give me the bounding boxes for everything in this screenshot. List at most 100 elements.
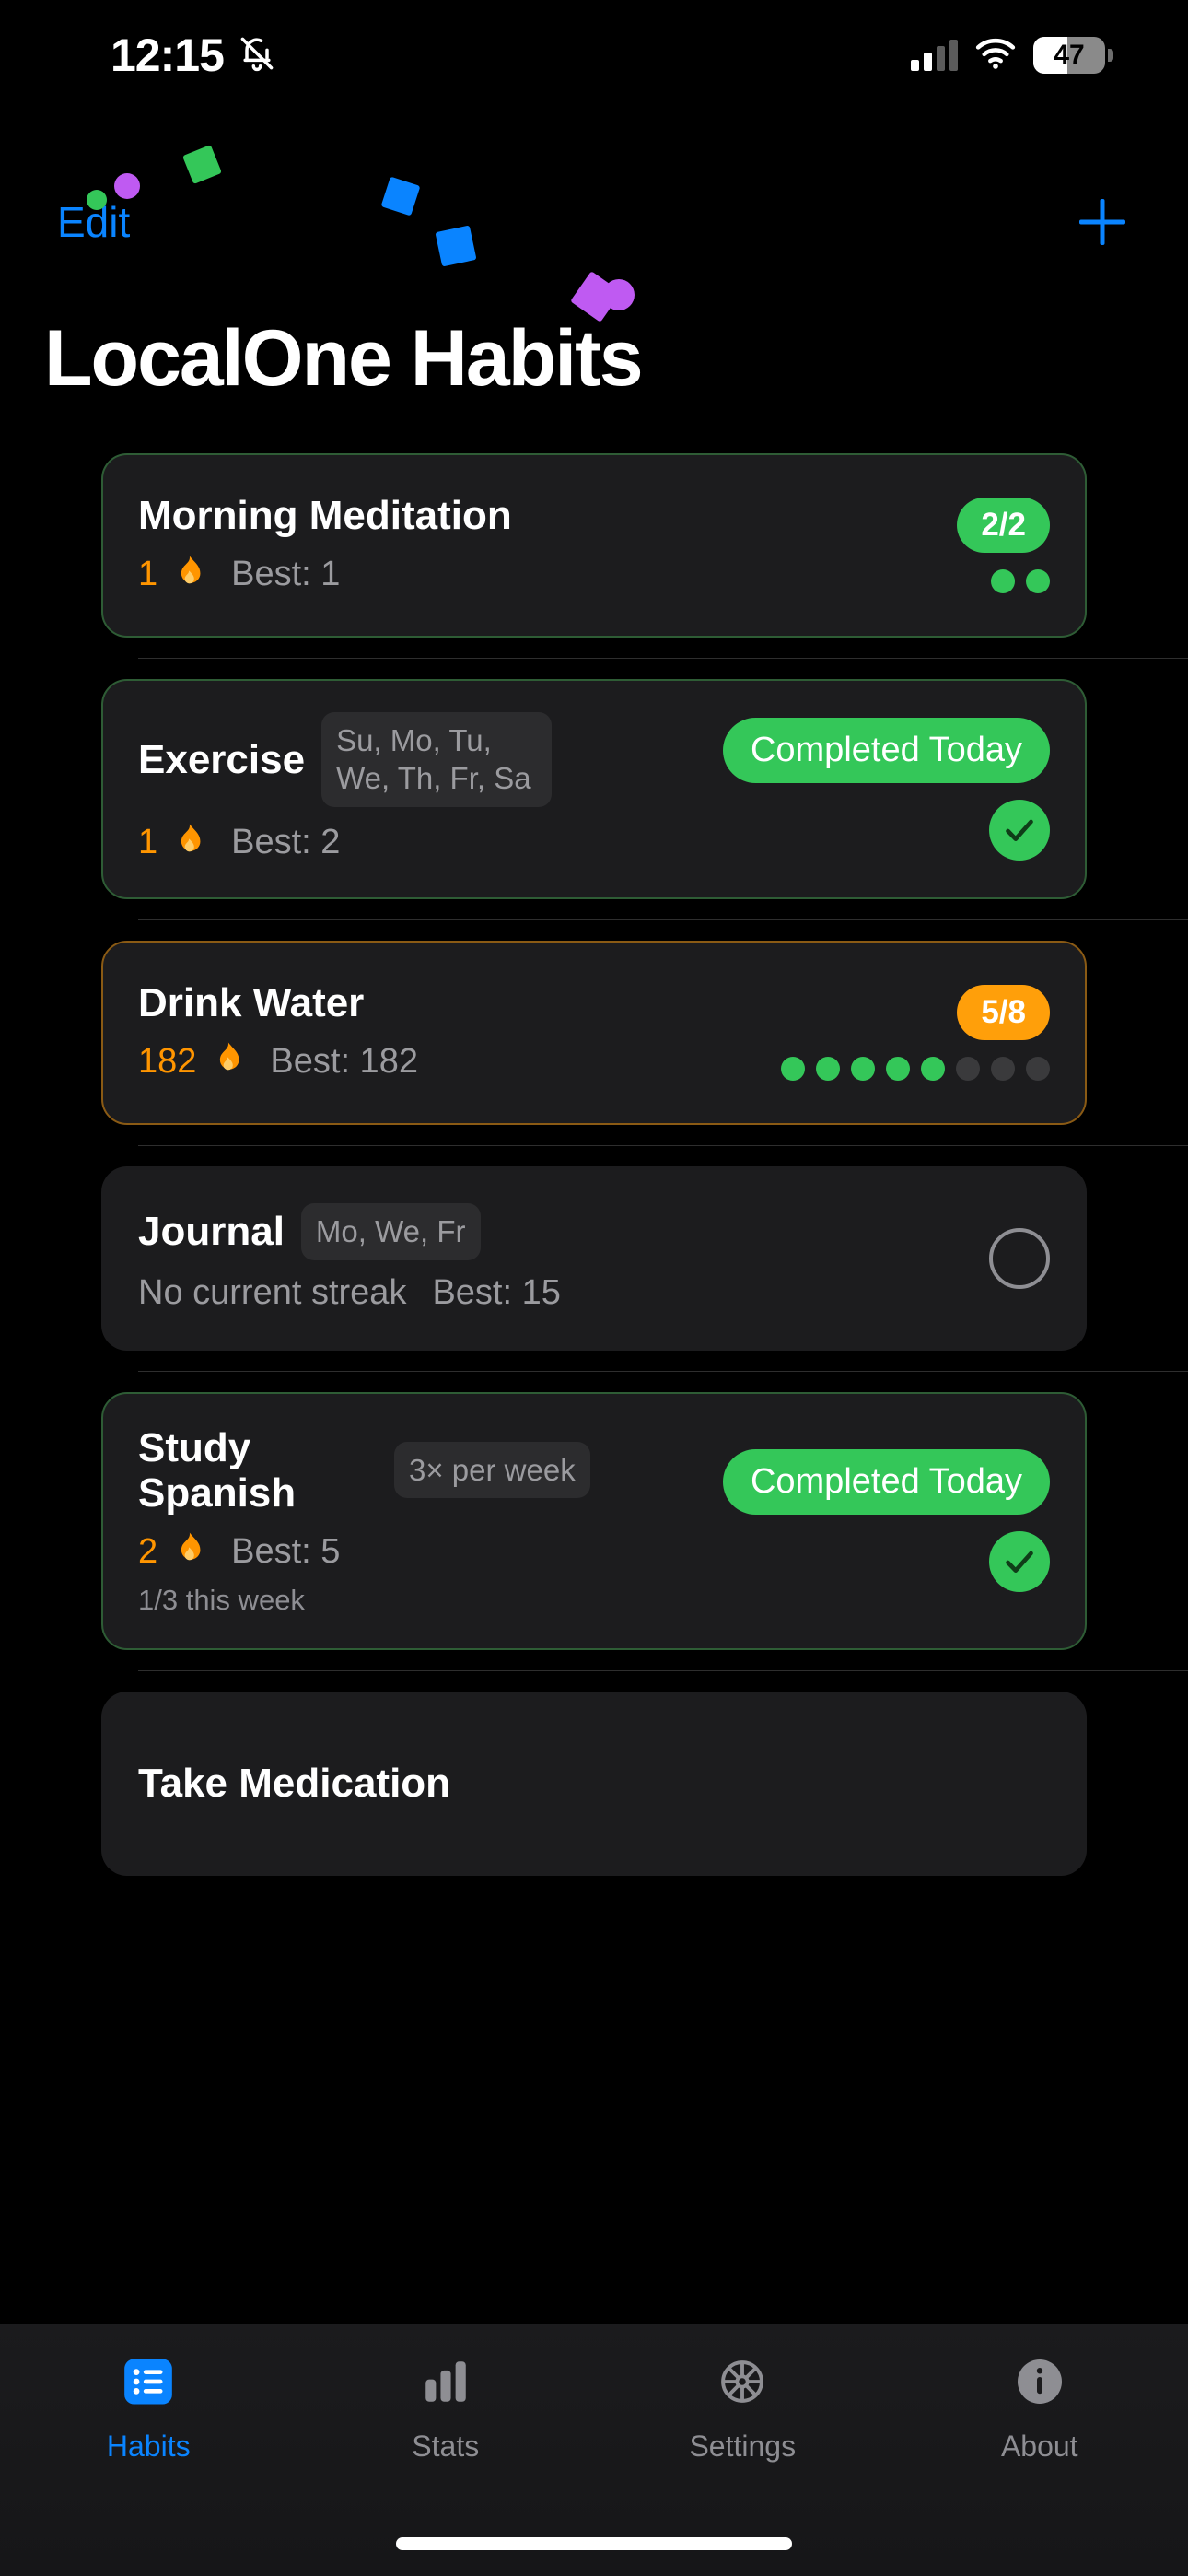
bell-slash-icon xyxy=(237,33,277,78)
list-item[interactable]: Journal Mo, We, Fr No current streak Best: … xyxy=(0,1146,1188,1371)
info-circle-icon xyxy=(1012,2347,1067,2417)
habit-schedule-chip: Mo, We, Fr xyxy=(300,1203,481,1260)
habit-card[interactable]: Study Spanish 3× per week 2 Best: 5 1/3 this… xyxy=(101,1391,1087,1651)
habit-actions: 2/2 xyxy=(957,498,1050,593)
habit-info: Exercise Su, Mo, Tu, We, Th, Fr, Sa 1 Best:… xyxy=(138,712,723,866)
tab-label-about: About xyxy=(1000,2430,1078,2463)
habit-actions: Completed Today xyxy=(722,717,1050,861)
tab-habits[interactable]: Habits xyxy=(0,2347,297,2464)
streak-count: 1 xyxy=(138,823,158,861)
cellular-bars-icon xyxy=(911,40,958,71)
habit-streak-row: 2 Best: 5 xyxy=(138,1528,723,1575)
confetti-particle xyxy=(182,145,222,184)
habit-title-row: Drink Water xyxy=(138,980,781,1025)
list-item[interactable]: Exercise Su, Mo, Tu, We, Th, Fr, Sa 1 Best:… xyxy=(0,659,1188,919)
habit-name: Drink Water xyxy=(138,979,365,1025)
progress-dots[interactable] xyxy=(781,1056,1050,1081)
status-bar: 12:15 47 xyxy=(0,0,1188,111)
habit-list[interactable]: Morning Meditation 1 Best: 1 2/2 Exercise Su,… xyxy=(0,433,1188,2303)
tab-label-habits: Habits xyxy=(106,2430,191,2463)
progress-dot[interactable] xyxy=(886,1056,910,1081)
progress-dot[interactable] xyxy=(851,1056,875,1081)
progress-dot[interactable] xyxy=(1026,1056,1050,1081)
tab-settings[interactable]: Settings xyxy=(594,2347,891,2464)
list-item[interactable]: Take Medication xyxy=(0,1671,1188,1896)
gear-icon xyxy=(714,2347,771,2417)
progress-dot[interactable] xyxy=(991,1056,1015,1081)
habit-streak-row: No current streak Best: 15 xyxy=(138,1273,989,1313)
progress-count-badge[interactable]: 2/2 xyxy=(957,498,1050,553)
status-bar-clock: 12:15 xyxy=(111,29,225,81)
page-title: LocalOne Habits xyxy=(44,314,644,403)
wifi-icon xyxy=(974,38,1017,74)
battery-level: 47 xyxy=(1054,40,1085,70)
navigation-bar: Edit xyxy=(0,181,1188,263)
no-streak-label: No current streak xyxy=(138,1272,407,1312)
checkmark-icon[interactable] xyxy=(989,1531,1050,1593)
list-item[interactable]: Morning Meditation 1 Best: 1 2/2 xyxy=(0,433,1188,658)
tab-about[interactable]: About xyxy=(891,2347,1188,2464)
battery-icon: 47 xyxy=(1033,37,1113,74)
completed-today-badge[interactable]: Completed Today xyxy=(722,1449,1050,1516)
progress-dots[interactable] xyxy=(991,569,1050,593)
habit-info: Journal Mo, We, Fr No current streak Best: … xyxy=(138,1203,989,1312)
habit-title-row: Journal Mo, We, Fr xyxy=(138,1203,989,1260)
progress-dot[interactable] xyxy=(956,1056,980,1081)
empty-circle-icon[interactable] xyxy=(989,1227,1050,1289)
habit-info: Drink Water 182 Best: 182 xyxy=(138,980,781,1084)
habit-card[interactable]: Morning Meditation 1 Best: 1 2/2 xyxy=(101,453,1087,638)
progress-dot[interactable] xyxy=(991,569,1015,593)
weekly-progress-note: 1/3 this week xyxy=(138,1584,305,1617)
habit-streak-row: 182 Best: 182 xyxy=(138,1038,781,1084)
habit-streak-row: 1 Best: 1 xyxy=(138,552,957,598)
habit-title-row: Morning Meditation xyxy=(138,493,957,538)
habit-actions xyxy=(989,1227,1050,1289)
habit-actions: Completed Today xyxy=(722,1449,1050,1593)
habit-name: Morning Meditation xyxy=(138,493,512,539)
flame-icon xyxy=(170,552,205,598)
flame-icon xyxy=(170,820,205,866)
habit-name: Take Medication xyxy=(138,1761,451,1807)
tab-bar: Habits Stats Settings About xyxy=(0,2324,1188,2576)
completed-today-badge[interactable]: Completed Today xyxy=(722,717,1050,783)
list-item[interactable]: Study Spanish 3× per week 2 Best: 5 1/3 this… xyxy=(0,1372,1188,1671)
habit-name: Exercise xyxy=(138,736,306,782)
progress-count-badge[interactable]: 5/8 xyxy=(957,984,1050,1040)
bar-chart-icon xyxy=(419,2347,472,2417)
best-streak-label: Best: 5 xyxy=(231,1531,341,1571)
habit-card[interactable]: Exercise Su, Mo, Tu, We, Th, Fr, Sa 1 Best:… xyxy=(101,679,1087,899)
habit-title-row: Exercise Su, Mo, Tu, We, Th, Fr, Sa xyxy=(138,712,723,807)
list-item[interactable]: Drink Water 182 Best: 182 5/8 xyxy=(0,920,1188,1145)
streak-count: 182 xyxy=(138,1041,197,1081)
habit-title-row: Study Spanish 3× per week xyxy=(138,1425,723,1516)
tab-stats[interactable]: Stats xyxy=(297,2347,595,2464)
progress-dot[interactable] xyxy=(781,1056,805,1081)
flame-icon xyxy=(170,1528,205,1575)
habit-info: Morning Meditation 1 Best: 1 xyxy=(138,493,957,597)
streak-count: 2 xyxy=(138,1531,158,1571)
habit-actions: 5/8 xyxy=(781,984,1050,1081)
habit-title-row: Take Medication xyxy=(138,1761,1050,1806)
progress-dot[interactable] xyxy=(921,1056,945,1081)
checkmark-icon[interactable] xyxy=(989,799,1050,861)
streak-count: 1 xyxy=(138,555,158,594)
habit-schedule-chip: Su, Mo, Tu, We, Th, Fr, Sa xyxy=(321,712,553,807)
habit-card[interactable]: Drink Water 182 Best: 182 5/8 xyxy=(101,940,1087,1125)
edit-button[interactable]: Edit xyxy=(57,197,130,247)
plus-icon[interactable] xyxy=(1074,193,1131,251)
progress-dot[interactable] xyxy=(1026,569,1050,593)
habit-streak-row: 1 Best: 2 xyxy=(138,820,723,866)
habit-info: Study Spanish 3× per week 2 Best: 5 1/3 this… xyxy=(138,1425,723,1618)
habit-name: Journal xyxy=(138,1209,285,1255)
habit-card[interactable]: Journal Mo, We, Fr No current streak Best: … xyxy=(101,1165,1087,1351)
best-streak-label: Best: 182 xyxy=(270,1041,418,1081)
progress-dot[interactable] xyxy=(816,1056,840,1081)
status-bar-right: 47 xyxy=(911,37,1113,74)
tab-label-stats: Stats xyxy=(412,2430,480,2463)
habit-name: Study Spanish xyxy=(138,1424,297,1516)
habit-card[interactable]: Take Medication xyxy=(101,1692,1087,1877)
best-streak-label: Best: 2 xyxy=(231,823,341,861)
home-indicator xyxy=(396,2537,792,2550)
confetti-particle xyxy=(603,279,635,310)
best-streak-label: Best: 15 xyxy=(432,1272,561,1312)
